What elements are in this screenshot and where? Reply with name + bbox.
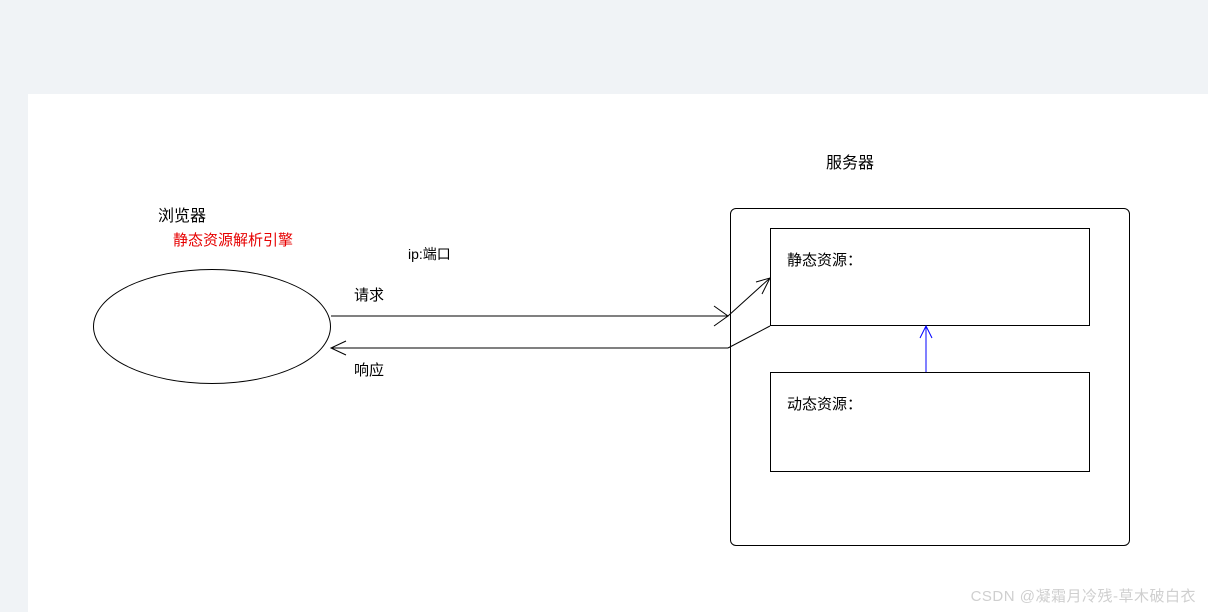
watermark: CSDN @凝霜月冷残-草木破白衣 (971, 585, 1196, 606)
diagram-canvas: 浏览器 静态资源解析引擎 ip:端口 请求 响应 服务器 静态资源： 动态资源： (28, 94, 1208, 612)
browser-ellipse (93, 269, 331, 384)
static-resource-label: 静态资源： (787, 249, 862, 270)
dynamic-resource-box: 动态资源： (770, 372, 1090, 472)
dynamic-resource-label: 动态资源： (787, 393, 862, 414)
ip-port-label: ip:端口 (408, 244, 451, 264)
response-label: 响应 (354, 359, 384, 380)
engine-label: 静态资源解析引擎 (173, 229, 293, 250)
server-label: 服务器 (826, 149, 874, 173)
request-label: 请求 (354, 284, 384, 305)
static-resource-box: 静态资源： (770, 228, 1090, 326)
browser-label: 浏览器 (158, 202, 206, 226)
